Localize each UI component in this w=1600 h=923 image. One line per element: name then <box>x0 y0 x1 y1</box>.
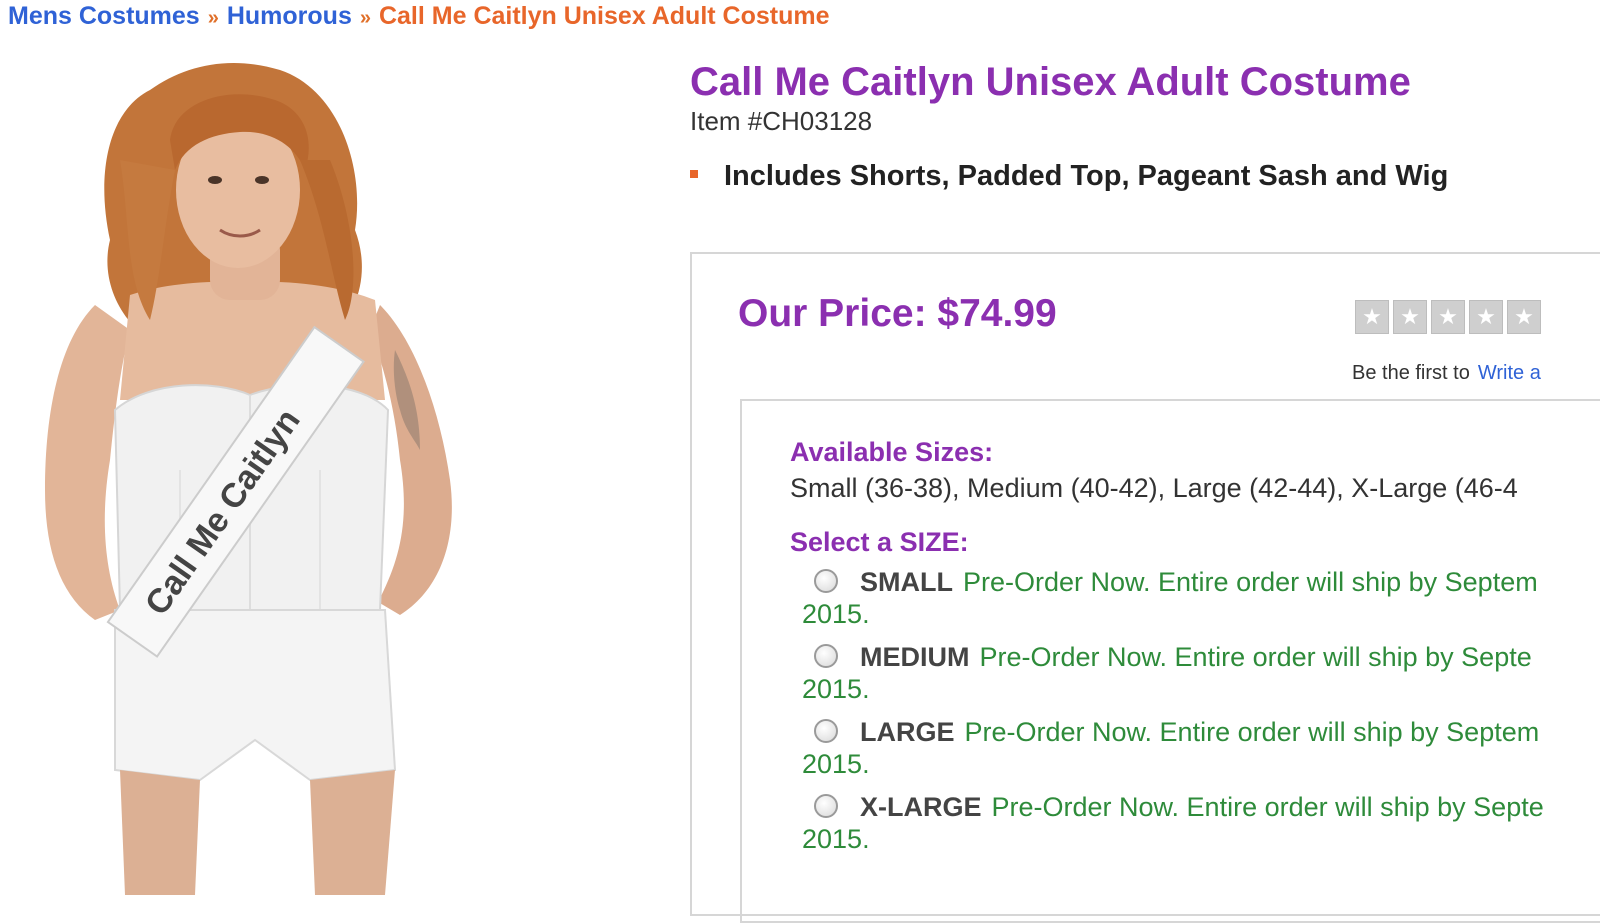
radio-x-large[interactable] <box>814 794 838 818</box>
preorder-year: 2015. <box>802 749 870 779</box>
feature-text: Includes Shorts, Padded Top, Pageant Sas… <box>724 160 1449 192</box>
size-name: SMALL <box>860 567 953 597</box>
write-review-link[interactable]: Write a <box>1478 362 1541 384</box>
size-name: LARGE <box>860 717 955 747</box>
preorder-year: 2015. <box>802 824 870 854</box>
size-option-line: X-LARGE Pre-Order Now. Entire order will … <box>860 792 1544 823</box>
radio-small[interactable] <box>814 569 838 593</box>
star-icon[interactable]: ★ <box>1431 300 1465 334</box>
preorder-message: Pre-Order Now. Entire order will ship by… <box>962 567 1538 597</box>
price: Our Price: $74.99 <box>738 292 1057 335</box>
star-icon[interactable]: ★ <box>1355 300 1389 334</box>
size-option-line: SMALL Pre-Order Now. Entire order will sh… <box>860 567 1538 598</box>
preorder-message: Pre-Order Now. Entire order will ship by… <box>964 717 1540 747</box>
review-prompt: Be the first to Write a <box>1352 362 1541 385</box>
available-sizes-text: Small (36-38), Medium (40-42), Large (42… <box>790 473 1518 503</box>
select-size-label: Select a SIZE: <box>790 527 969 557</box>
radio-medium[interactable] <box>814 644 838 668</box>
product-image[interactable]: Call Me Caitlyn <box>0 50 520 895</box>
size-name: X-LARGE <box>860 792 982 822</box>
star-icon[interactable]: ★ <box>1469 300 1503 334</box>
preorder-year: 2015. <box>802 599 870 629</box>
star-icon[interactable]: ★ <box>1507 300 1541 334</box>
product-title: Call Me Caitlyn Unisex Adult Costume <box>690 60 1411 104</box>
breadcrumb-separator: » <box>207 7 219 29</box>
review-prompt-text: Be the first to <box>1352 362 1470 384</box>
breadcrumb-current: Call Me Caitlyn Unisex Adult Costume <box>378 2 830 30</box>
item-number: Item #CH03128 <box>690 106 873 136</box>
size-name: MEDIUM <box>860 642 970 672</box>
preorder-message: Pre-Order Now. Entire order will ship by… <box>979 642 1532 672</box>
purchase-panel: Our Price: $74.99 ★ ★ ★ ★ ★ Be the first… <box>690 252 1600 923</box>
preorder-year: 2015. <box>802 674 870 704</box>
preorder-message: Pre-Order Now. Entire order will ship by… <box>991 792 1544 822</box>
size-option-line: LARGE Pre-Order Now. Entire order will sh… <box>860 717 1539 748</box>
radio-large[interactable] <box>814 719 838 743</box>
breadcrumb-separator: » <box>359 7 371 29</box>
breadcrumb-link-mens-costumes[interactable]: Mens Costumes <box>8 2 200 30</box>
size-selector-panel: Available Sizes: Small (36-38), Medium (… <box>740 399 1600 923</box>
size-option-line: MEDIUM Pre-Order Now. Entire order will s… <box>860 642 1532 673</box>
star-icon[interactable]: ★ <box>1393 300 1427 334</box>
breadcrumb-link-humorous[interactable]: Humorous <box>227 2 352 30</box>
star-rating[interactable]: ★ ★ ★ ★ ★ <box>1355 300 1541 334</box>
bullet-icon <box>690 170 698 179</box>
available-sizes-label: Available Sizes: <box>790 437 994 467</box>
breadcrumb: Mens Costumes » Humorous » Call Me Caitlyn U… <box>8 2 830 31</box>
feature-list-item: Includes Shorts, Padded Top, Pageant Sas… <box>690 160 1448 193</box>
